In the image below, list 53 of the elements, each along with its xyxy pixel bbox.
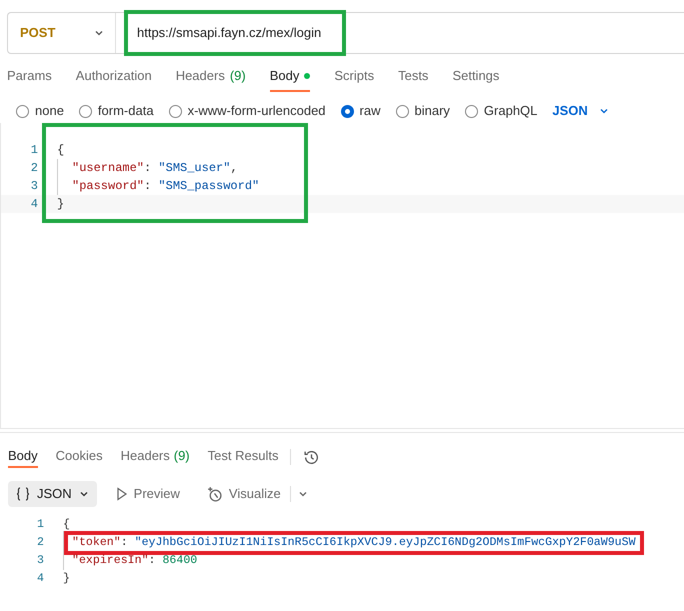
request-tab[interactable]: Body [270,66,310,92]
code-token: : [120,535,129,552]
code-token: : [144,178,152,195]
url-field[interactable]: https://smsapi.fayn.cz/mex/login [137,23,322,43]
line-number: 2 [36,535,44,552]
line-number: 2 [30,160,38,177]
history-icon[interactable] [303,448,320,466]
request-tab[interactable]: Scripts [334,66,374,92]
braces-icon [15,487,31,501]
code-token: } [63,571,70,588]
request-tab[interactable]: Params [7,66,52,92]
code-token: } [57,196,64,213]
code-token: "token" [72,535,121,552]
request-editor[interactable]: 1 { 2 "username": "SMS_user", 3 "password": "SMS_password" 4 } [0,123,684,429]
request-tab[interactable]: Tests [398,66,428,92]
code-token: : [148,553,156,570]
request-tab[interactable]: Authorization [76,66,152,92]
request-tab[interactable]: Settings [452,66,500,92]
body-type-radio[interactable]: binary [396,101,450,121]
line-number: 4 [36,571,44,588]
body-type-radio[interactable]: x-www-form-urlencoded [168,101,326,121]
response-tab[interactable]: Body [8,446,38,468]
body-type-radio[interactable]: raw [340,101,380,121]
line-number: 3 [30,178,38,195]
response-view-button[interactable]: Visualize [198,481,288,507]
play-icon [116,487,128,501]
code-token: "eyJhbGciOiJIUzI1NiIsInR5cCI6IkpXVCJ9.eyJpZCI6NDg2ODMsImFwcGxpY2F0aW9uSW [134,535,636,552]
code-token: "SMS_password" [158,178,260,195]
code-token: 86400 [162,553,198,570]
body-type-radio[interactable]: form-data [78,101,154,121]
code-token: , [230,160,238,177]
line-number: 4 [30,196,38,213]
line-number: 1 [36,517,44,534]
format-dropdown[interactable]: JSON [552,101,610,121]
code-token: : [144,160,152,177]
code-token: "username" [72,160,144,177]
code-token: "expiresIn" [72,553,149,570]
request-tab[interactable]: Headers (9) [176,66,246,92]
method-dropdown[interactable]: POST [8,13,116,53]
code-token: "SMS_user" [158,160,230,177]
line-number: 3 [36,553,44,570]
code-token: { [57,142,64,159]
body-type-radio[interactable]: none [16,101,64,121]
response-tab[interactable]: Test Results [208,446,278,468]
line-number: 1 [30,142,38,159]
code-token: { [63,517,70,534]
code-token: "password" [72,178,144,195]
response-tab[interactable]: Headers (9) [120,446,190,468]
sparkle-icon [206,486,223,502]
response-view-button[interactable]: JSON [8,481,97,507]
response-view-button[interactable]: Preview [108,481,187,507]
response-tab[interactable]: Cookies [56,446,103,468]
body-type-radio[interactable]: GraphQL [464,101,538,121]
